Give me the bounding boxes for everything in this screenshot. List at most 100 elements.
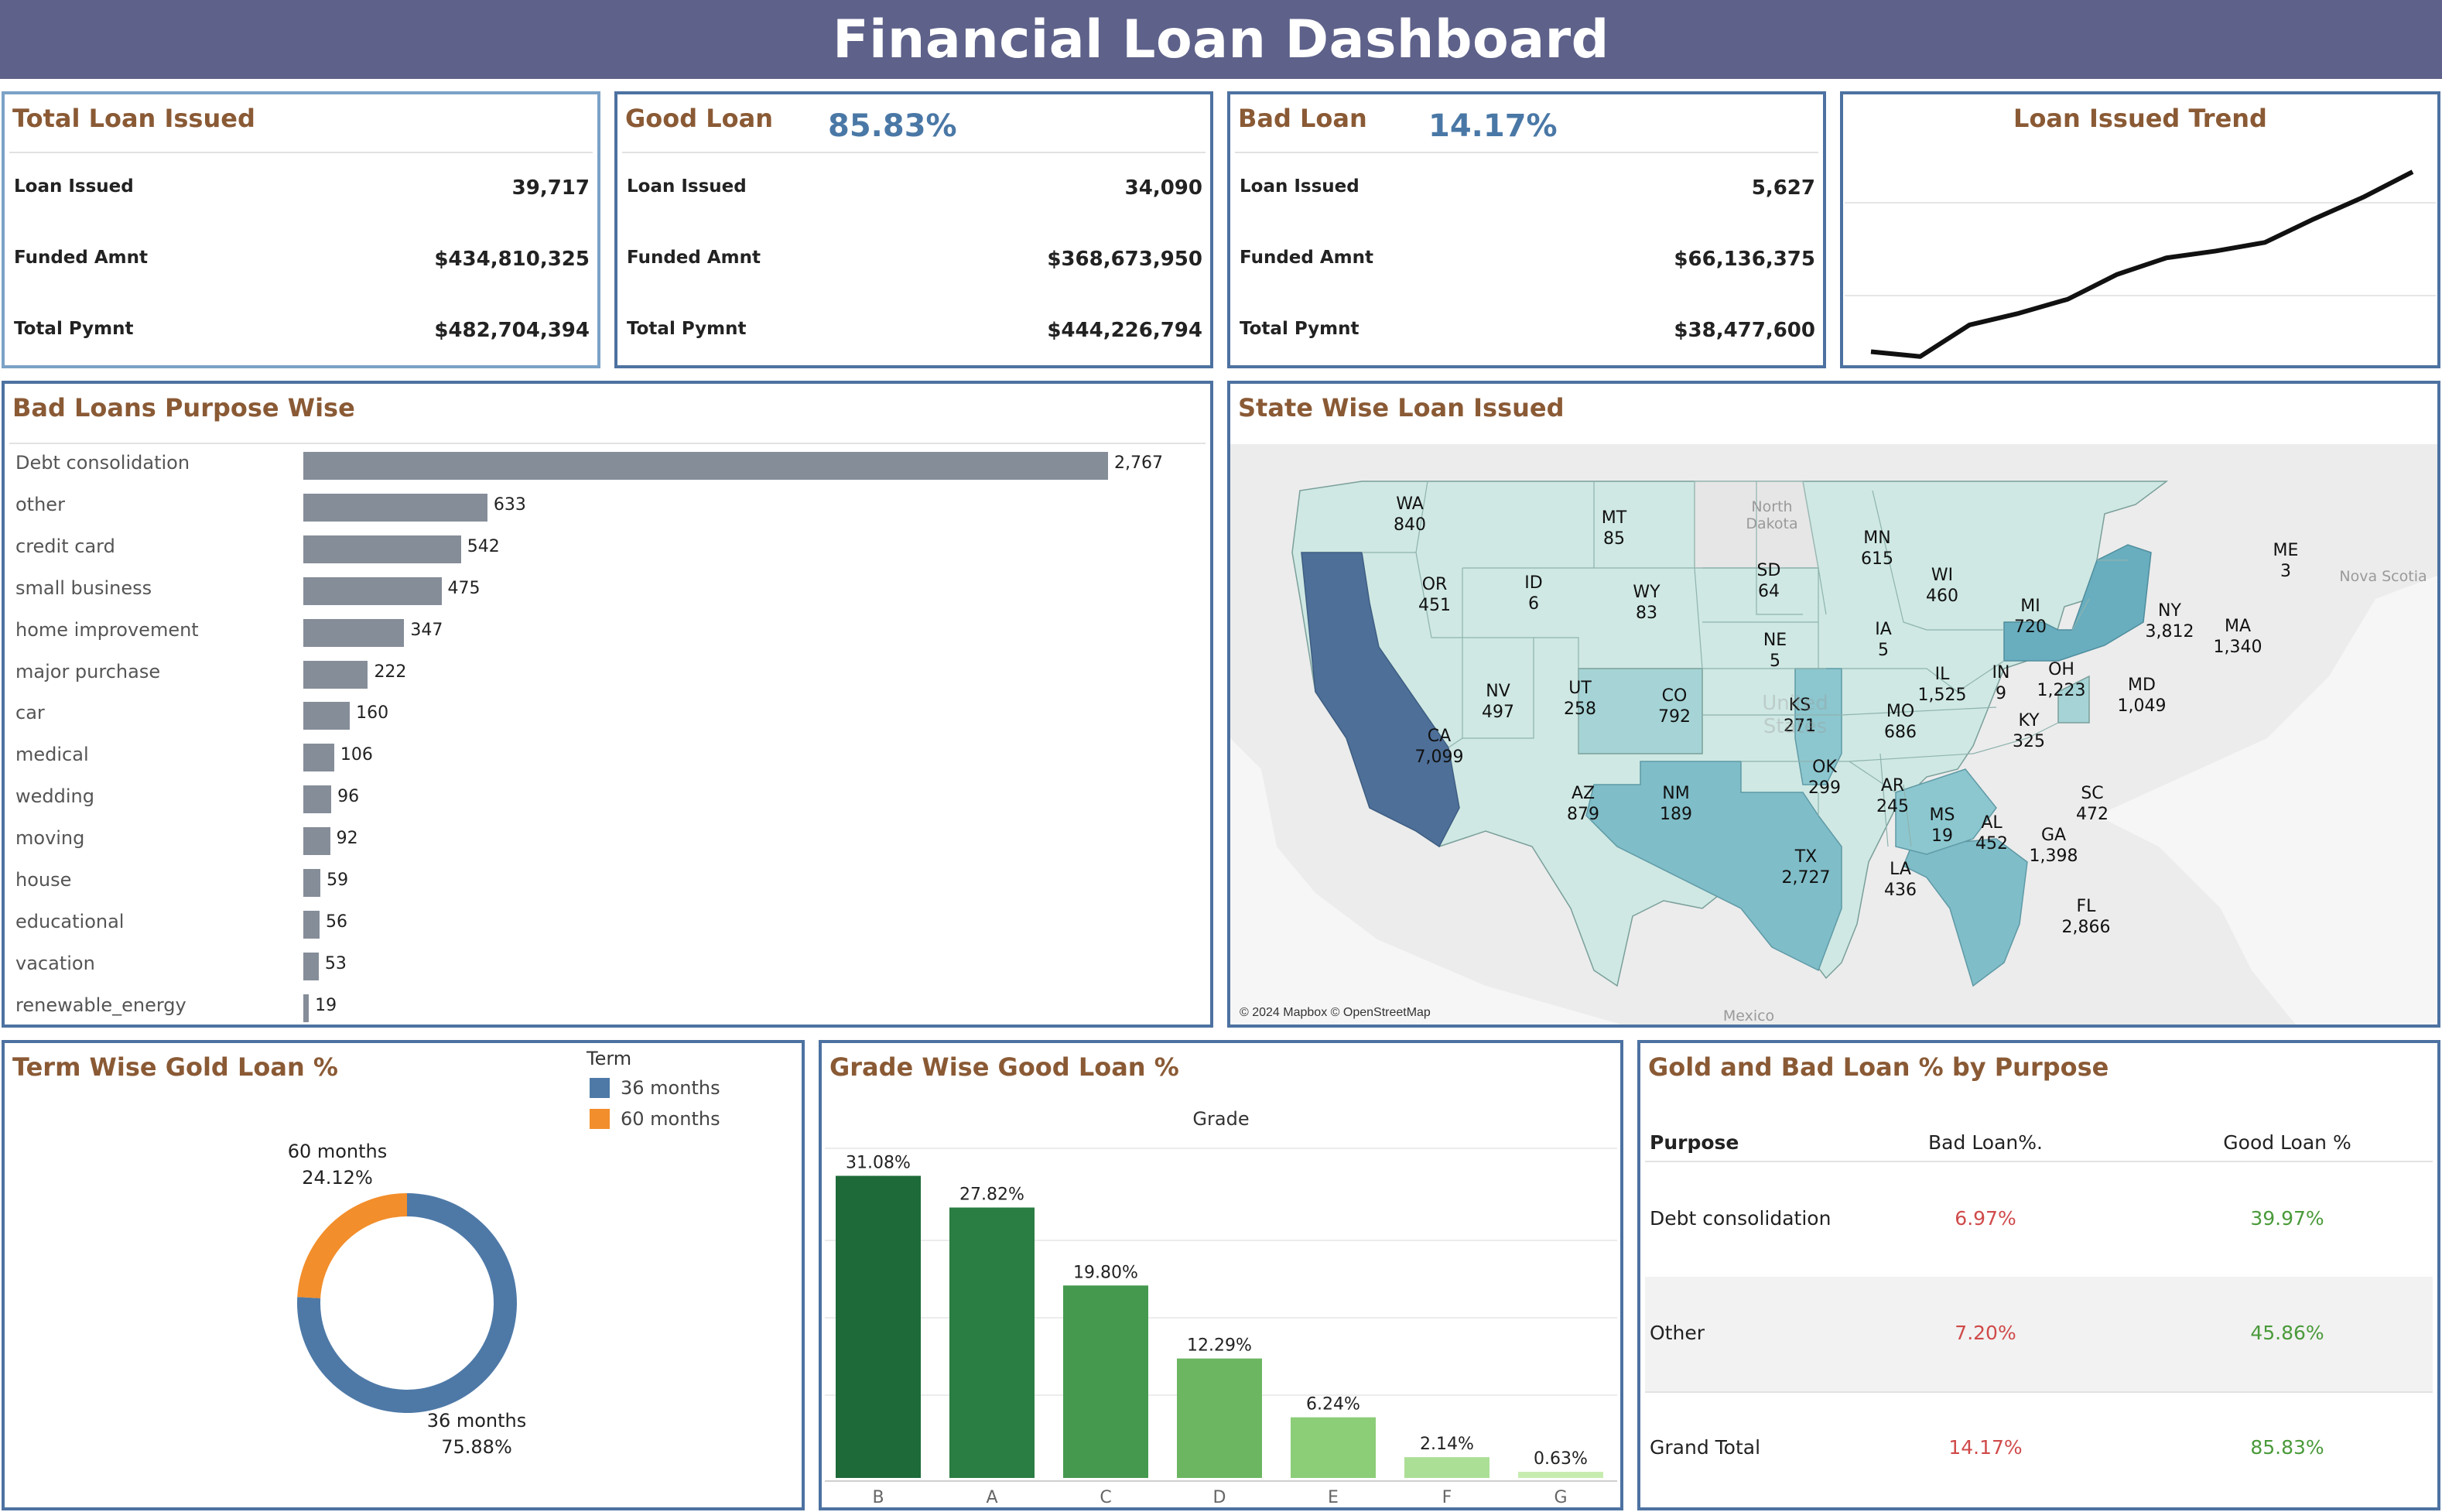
purpose-bar-row[interactable]: credit card 542 [5,529,1210,571]
state-label-nm[interactable]: NM 189 [1637,783,1715,825]
kpi-value: $444,226,794 [1047,319,1202,342]
purpose-bar-row[interactable]: Debt consolidation 2,767 [5,446,1210,487]
donut-slice-60-months[interactable] [297,1193,407,1298]
state-label-ky[interactable]: KY 325 [1990,710,2067,752]
state-label-md[interactable]: MD 1,049 [2103,675,2180,717]
purpose-bar[interactable] [303,994,310,1022]
purpose-panel[interactable]: Bad Loans Purpose Wise Debt consolidatio… [2,381,1213,1028]
purpose-bar[interactable] [303,869,321,897]
state-code: MT [1601,508,1627,528]
purpose-bar[interactable] [303,910,320,939]
state-label-ut[interactable]: UT 258 [1541,678,1619,720]
map-panel[interactable]: State Wise Loan Issued WA 840 OR 451 CA 7,099… [1227,381,2440,1028]
purpose-bar-row[interactable]: moving 92 [5,821,1210,863]
grade-bar[interactable] [836,1175,921,1478]
kpi-good-card[interactable]: Good Loan 85.83% Loan Issued 34,090 Funde… [614,91,1213,368]
purpose-bar[interactable] [303,660,368,689]
state-label-nv[interactable]: NV 497 [1459,681,1537,723]
trend-panel[interactable]: Loan Issued Trend [1840,91,2440,368]
purpose-bar[interactable] [303,576,442,605]
kpi-total-card[interactable]: Total Loan Issued Loan Issued 39,717 Fund… [2,91,600,368]
kpi-row: Loan Issued 39,717 [14,176,590,200]
kpi-row: Funded Amnt $368,673,950 [627,248,1202,271]
purpose-bar-row[interactable]: car 160 [5,696,1210,737]
purpose-bar[interactable] [303,618,405,647]
purpose-bar-row[interactable]: major purchase 222 [5,655,1210,696]
table-row[interactable]: Grand Total 14.17% 85.83% [1645,1393,2433,1506]
purpose-bar-chart[interactable]: Debt consolidation 2,767 other 633 credit ca… [5,446,1210,1025]
grade-bar[interactable] [1404,1457,1489,1478]
table-row[interactable]: Debt consolidation 6.97% 39.97% [1645,1162,2433,1277]
state-label-mn[interactable]: MN 615 [1838,528,1916,570]
state-label-wi[interactable]: WI 460 [1903,565,1981,607]
state-label-ma[interactable]: MA 1,340 [2199,616,2276,658]
purpose-bar[interactable] [303,744,334,772]
grade-panel[interactable]: Grade Wise Good Loan % Grade 31.08% B 27.8… [819,1040,1623,1510]
kpi-row: Funded Amnt $66,136,375 [1240,248,1815,271]
purpose-bar-row[interactable]: wedding 96 [5,779,1210,821]
state-label-ny[interactable]: NY 3,812 [2131,600,2208,642]
state-label-mt[interactable]: MT 85 [1575,508,1653,549]
term-panel[interactable]: Term Wise Gold Loan % Term 36 months 60 m… [2,1040,805,1510]
purpose-bar[interactable] [303,827,330,856]
grade-tick-label: F [1442,1488,1452,1507]
state-label-me[interactable]: ME 3 [2247,540,2324,582]
purpose-bar[interactable] [303,702,351,730]
purpose-table-panel[interactable]: Gold and Bad Loan % by Purpose Purpose B… [1637,1040,2440,1510]
state-label-ok[interactable]: OK 299 [1786,757,1863,799]
purpose-bar-row[interactable]: medical 106 [5,737,1210,779]
state-label-oh[interactable]: OH 1,223 [2023,659,2100,701]
state-label-tx[interactable]: TX 2,727 [1767,847,1845,888]
state-label-wy[interactable]: WY 83 [1608,582,1685,624]
table-header-row: Purpose Bad Loan%. Good Loan % [1645,1131,2433,1162]
state-label-fl[interactable]: FL 2,866 [2047,896,2125,938]
purpose-bar-row[interactable]: renewable_energy 19 [5,988,1210,1025]
grade-bar[interactable] [1291,1417,1376,1478]
grade-bar[interactable] [1177,1358,1262,1478]
state-label-wa[interactable]: WA 840 [1371,494,1448,535]
state-label-id[interactable]: ID 6 [1495,573,1572,614]
grade-bar[interactable] [949,1207,1035,1478]
grade-bar-chart[interactable]: 31.08% B 27.82% A 19.80% C 12.29% D 6.24% E 2.14% F… [822,1043,1620,1507]
state-code: NE [1763,631,1787,650]
state-label-mi[interactable]: MI 720 [1992,596,2069,638]
state-value: 3,812 [2145,622,2194,641]
state-label-ca[interactable]: CA 7,099 [1401,726,1478,768]
state-value: 1,398 [2029,847,2078,866]
grade-bar-value: 27.82% [959,1185,1024,1205]
purpose-bar-row[interactable]: house 59 [5,863,1210,905]
map-base-label: North Dakota [1746,498,1798,532]
state-label-ga[interactable]: GA 1,398 [2015,825,2092,867]
purpose-bar-row[interactable]: vacation 53 [5,946,1210,988]
kpi-label: Loan Issued [14,176,134,197]
state-label-ne[interactable]: NE 5 [1736,630,1814,672]
state-label-la[interactable]: LA 436 [1862,859,1939,901]
state-label-mo[interactable]: MO 686 [1862,701,1939,743]
trend-line[interactable] [1870,169,2414,359]
state-label-or[interactable]: OR 451 [1396,574,1473,616]
purpose-bar-row[interactable]: home improvement 347 [5,613,1210,655]
purpose-bar[interactable] [303,952,319,980]
state-label-co[interactable]: CO 792 [1636,686,1713,727]
term-donut-chart[interactable]: 60 months 24.12% 36 months 75.88% [5,1043,802,1507]
purpose-bar-row[interactable]: other 633 [5,487,1210,529]
grade-bar[interactable] [1518,1472,1603,1478]
grade-bar[interactable] [1063,1285,1148,1478]
state-label-sd[interactable]: SD 64 [1730,560,1808,602]
trend-chart[interactable] [1843,94,2437,365]
purpose-bar[interactable] [303,535,461,563]
kpi-row: Total Pymnt $482,704,394 [14,319,590,342]
purpose-bar[interactable] [303,785,332,814]
state-label-sc[interactable]: SC 472 [2054,783,2131,825]
map-label-layer: WA 840 OR 451 CA 7,099 NV 497 ID 6 MT 85 WY 83 UT 258 AZ… [1230,444,2437,1025]
state-label-az[interactable]: AZ 879 [1544,783,1622,825]
state-label-ia[interactable]: IA 5 [1845,619,1922,661]
kpi-bad-card[interactable]: Bad Loan 14.17% Loan Issued 5,627 Funded … [1227,91,1826,368]
purpose-bar-row[interactable]: educational 56 [5,905,1210,946]
purpose-bar-row[interactable]: small business 475 [5,571,1210,613]
table-header-purpose: Purpose [1650,1131,1739,1154]
table-row[interactable]: Other 7.20% 45.86% [1645,1277,2433,1391]
kpi-row: Total Pymnt $444,226,794 [627,319,1202,342]
purpose-bar[interactable] [303,452,1108,480]
purpose-bar[interactable] [303,493,487,522]
